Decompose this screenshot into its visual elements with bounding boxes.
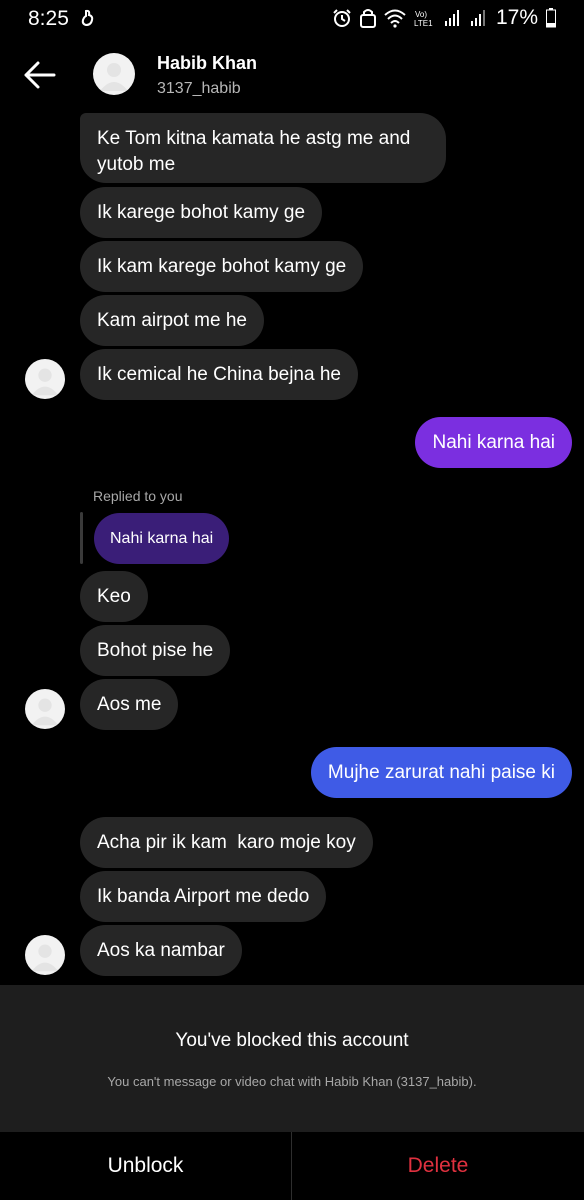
status-bar: 8:25 Vo) LTE1 17%: [0, 0, 584, 38]
message-bubble[interactable]: Aos ka nambar: [80, 925, 242, 976]
status-time: 8:25: [28, 7, 69, 30]
alarm-icon: [333, 9, 351, 27]
chat-header: Habib Khan 3137_habib: [0, 40, 584, 112]
message-text: Mujhe zarurat nahi paise ki: [327, 762, 555, 783]
avatar[interactable]: [25, 359, 65, 399]
message-bubble[interactable]: Acha pir ik kam karo moje koy: [80, 817, 373, 868]
delete-button[interactable]: Delete: [292, 1132, 584, 1200]
volte-icon: Vo) LTE1: [414, 10, 433, 28]
message-bubble[interactable]: Kam airpot me he: [80, 295, 264, 346]
back-arrow-icon[interactable]: [22, 60, 56, 90]
message-text: Ik kam karege bohot kamy ge: [97, 256, 347, 277]
battery-percentage: 17%: [495, 6, 538, 29]
default-avatar-icon: [31, 368, 59, 396]
message-bubble[interactable]: Ik kam karege bohot kamy ge: [80, 241, 364, 292]
message-text: Ke Tom kitna kamata he astg me and yutob…: [97, 128, 411, 175]
message-bubble[interactable]: Ik banda Airport me dedo: [80, 871, 327, 922]
avatar[interactable]: [25, 935, 65, 975]
blocked-notice: You've blocked this account You can't me…: [0, 985, 584, 1132]
signal-icon-2: [470, 10, 485, 26]
replied-label: Replied to you: [93, 488, 183, 504]
message-bubble[interactable]: Ik cemical he China bejna he: [80, 349, 358, 400]
message-text: Ik karege bohot kamy ge: [97, 202, 306, 223]
message-bubble[interactable]: Keo: [80, 571, 148, 622]
message-bubble-sent[interactable]: Nahi karna hai: [415, 417, 572, 468]
reply-quote[interactable]: Nahi karna hai: [94, 513, 230, 564]
contact-name[interactable]: Habib Khan: [157, 53, 257, 74]
message-text: Nahi karna hai: [432, 432, 555, 453]
reply-indicator: [80, 512, 83, 564]
message-text: Bohot pise he: [97, 640, 214, 661]
default-avatar-icon: [31, 944, 59, 972]
svg-text:LTE1: LTE1: [414, 19, 433, 28]
avatar[interactable]: [25, 689, 65, 729]
default-avatar-icon: [31, 698, 59, 726]
message-bubble-sent[interactable]: Mujhe zarurat nahi paise ki: [310, 747, 572, 798]
lock-battery-icon: [359, 9, 376, 28]
message-text: Aos ka nambar: [97, 940, 225, 961]
message-bubble[interactable]: Ik karege bohot kamy ge: [80, 187, 323, 238]
action-bar: Unblock Delete: [0, 1132, 584, 1200]
contact-username[interactable]: 3137_habib: [157, 80, 241, 98]
wifi-icon: [384, 9, 406, 28]
battery-icon: [546, 8, 556, 28]
message-bubble[interactable]: Bohot pise he: [80, 625, 231, 676]
signal-icon: [444, 10, 459, 26]
svg-text:Vo): Vo): [415, 10, 427, 19]
avatar[interactable]: [93, 53, 135, 95]
blocked-subtitle: You can't message or video chat with Hab…: [107, 1074, 477, 1089]
status-icons: Vo) LTE1 17%: [332, 6, 556, 30]
message-text: Ik banda Airport me dedo: [97, 886, 310, 907]
blocked-title: You've blocked this account: [175, 1030, 409, 1051]
message-text: Aos me: [97, 694, 162, 715]
message-text: Ik cemical he China bejna he: [97, 364, 341, 385]
message-text: Keo: [97, 586, 131, 607]
message-text: Acha pir ik kam karo moje koy: [97, 832, 356, 853]
message-bubble[interactable]: Aos me: [80, 679, 179, 730]
notification-icon: [81, 9, 94, 27]
unblock-button[interactable]: Unblock: [0, 1132, 291, 1200]
default-avatar-icon: [100, 63, 128, 91]
message-text: Kam airpot me he: [97, 310, 247, 331]
message-bubble[interactable]: Ke Tom kitna kamata he astg me and yutob…: [80, 113, 446, 183]
